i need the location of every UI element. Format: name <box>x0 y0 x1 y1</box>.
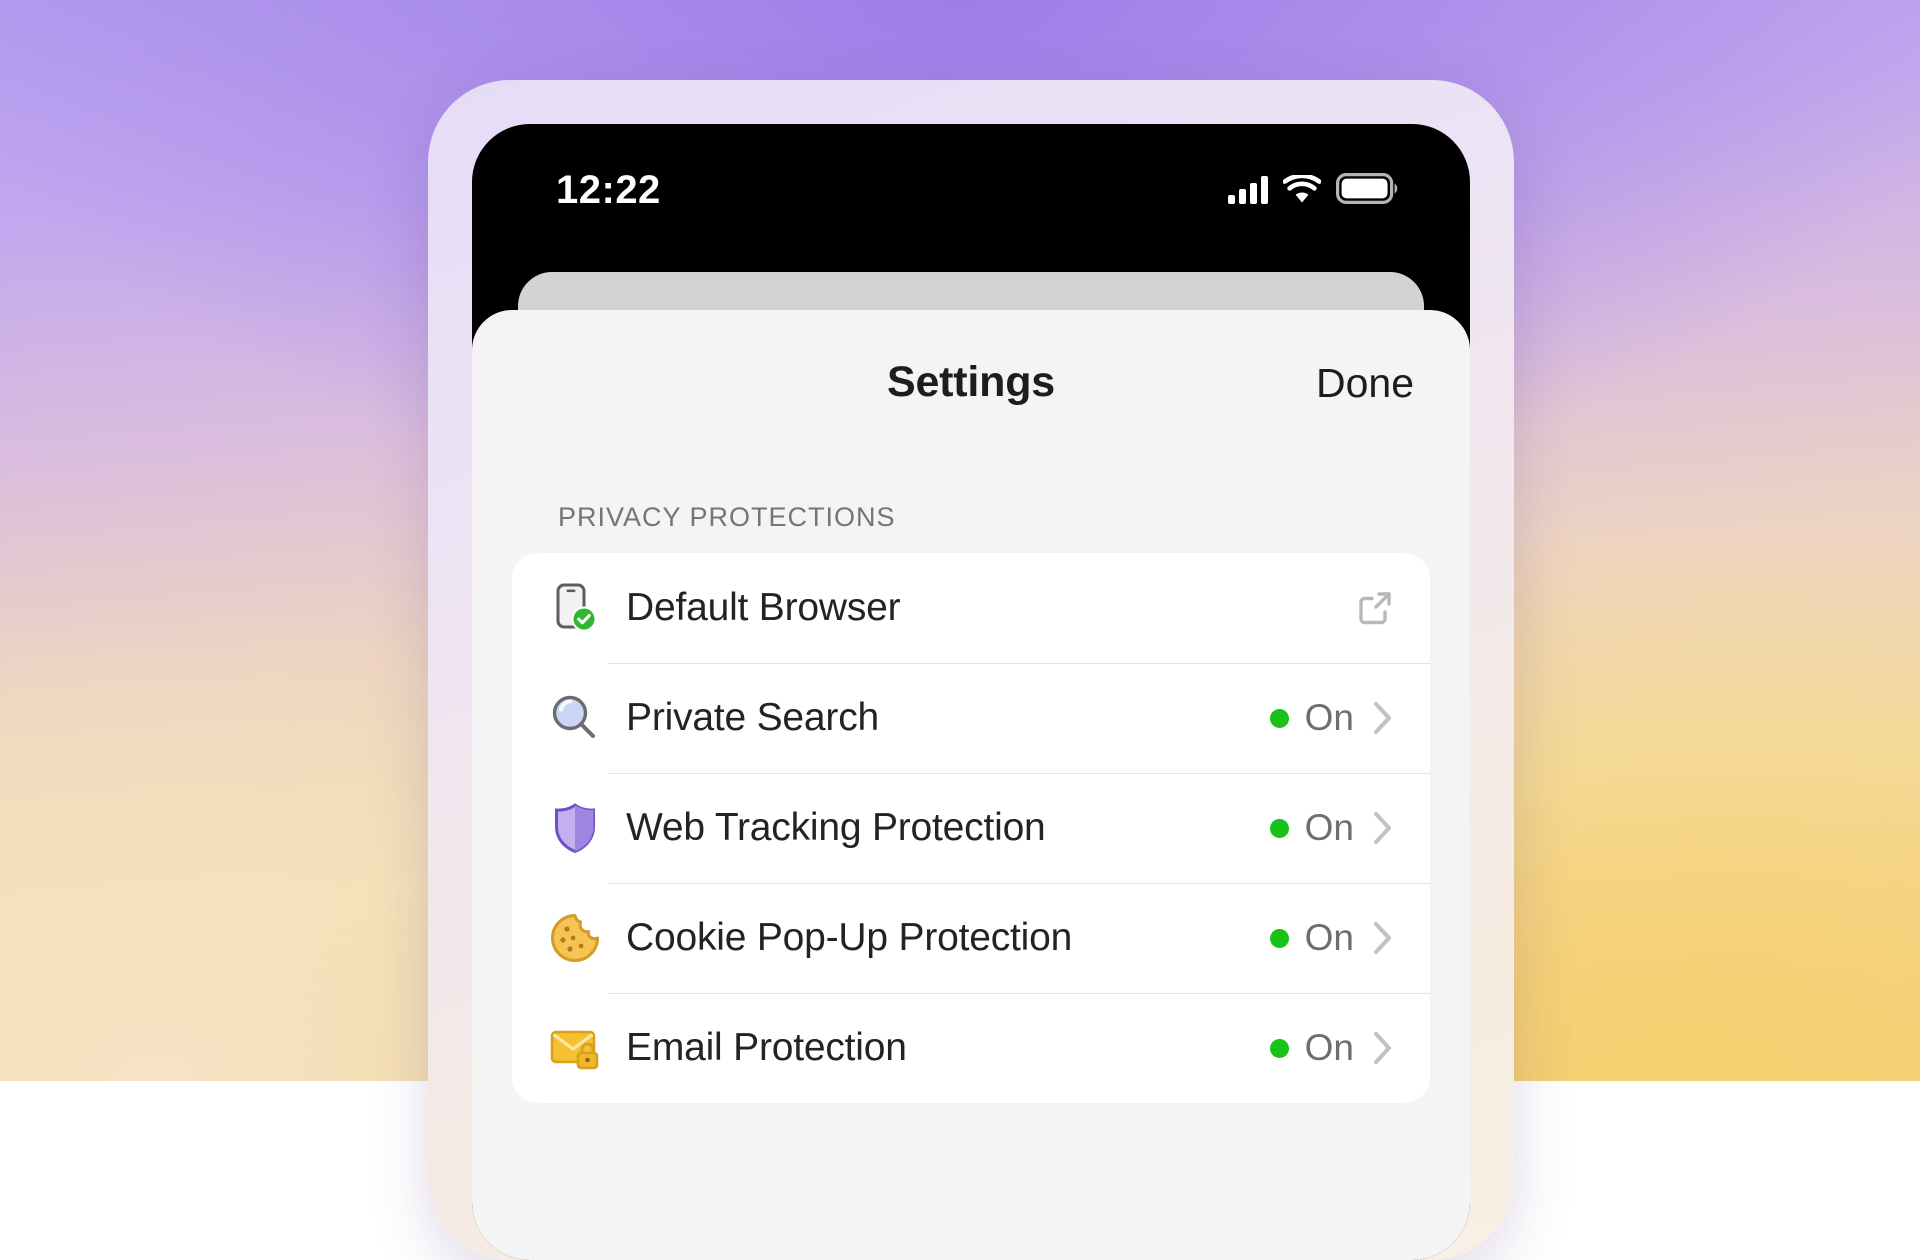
status-dot-on <box>1270 709 1289 728</box>
settings-row-accessory: On <box>1270 807 1396 849</box>
settings-row-accessory: On <box>1270 697 1396 739</box>
settings-row-default-browser[interactable]: Default Browser <box>512 553 1430 663</box>
settings-row-accessory: On <box>1270 1027 1396 1069</box>
status-dot-on <box>1270 819 1289 838</box>
status-bar-time: 12:22 <box>556 168 661 213</box>
settings-row-label: Web Tracking Protection <box>626 806 1046 850</box>
status-bar: 12:22 <box>472 124 1470 254</box>
settings-row-accessory: On <box>1270 917 1396 959</box>
wifi-icon <box>1283 175 1321 204</box>
status-dot-on <box>1270 929 1289 948</box>
section-header-privacy-protections: PRIVACY PROTECTIONS <box>558 502 1470 533</box>
settings-row-email-protection[interactable]: Email Protection On <box>512 993 1430 1103</box>
chevron-right-icon[interactable] <box>1370 917 1396 959</box>
status-badge: On <box>1305 697 1354 739</box>
phone-device-frame: 12:22 <box>428 80 1514 1260</box>
settings-row-label: Private Search <box>626 696 879 740</box>
chevron-right-icon[interactable] <box>1370 697 1396 739</box>
settings-row-label: Default Browser <box>626 586 900 630</box>
cookie-icon <box>546 909 604 967</box>
phone-with-check-icon <box>546 579 604 637</box>
chevron-right-icon[interactable] <box>1370 807 1396 849</box>
battery-full-icon <box>1336 173 1398 204</box>
shield-icon <box>546 799 604 857</box>
settings-row-private-search[interactable]: Private Search On <box>512 663 1430 773</box>
settings-row-label: Email Protection <box>626 1026 907 1070</box>
magnifying-glass-icon <box>546 689 604 747</box>
status-bar-icons <box>1228 170 1398 204</box>
status-dot-on <box>1270 1039 1289 1058</box>
settings-row-cookie-popup-protection[interactable]: Cookie Pop-Up Protection On <box>512 883 1430 993</box>
settings-list-card: Default Browser <box>512 553 1430 1103</box>
cellular-signal-icon <box>1228 176 1268 204</box>
chevron-right-icon[interactable] <box>1370 1027 1396 1069</box>
settings-row-web-tracking-protection[interactable]: Web Tracking Protection On <box>512 773 1430 883</box>
settings-row-label: Cookie Pop-Up Protection <box>626 916 1072 960</box>
status-badge: On <box>1305 807 1354 849</box>
status-badge: On <box>1305 917 1354 959</box>
settings-sheet: Settings Done PRIVACY PROTECTIONS <box>472 310 1470 1260</box>
sheet-header: Settings Done <box>472 310 1470 432</box>
external-link-icon[interactable] <box>1354 587 1396 629</box>
done-button[interactable]: Done <box>1316 360 1414 407</box>
settings-row-accessory <box>1354 587 1396 629</box>
envelope-lock-icon <box>546 1019 604 1077</box>
phone-screen: 12:22 <box>472 124 1470 1260</box>
status-badge: On <box>1305 1027 1354 1069</box>
